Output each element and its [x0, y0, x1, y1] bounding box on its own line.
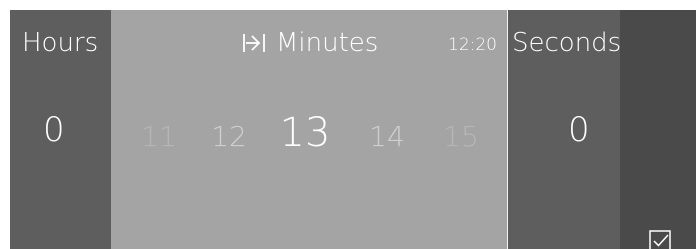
tab-arrow-icon [242, 32, 268, 54]
minutes-header: Minutes [242, 28, 378, 58]
minute-option-selected[interactable]: 13 [280, 110, 331, 156]
minute-option-14[interactable]: 14 [369, 120, 405, 153]
minutes-column[interactable]: Minutes 12:20 11 12 13 14 15 [111, 10, 507, 249]
seconds-column[interactable]: Seconds 0 [508, 10, 622, 249]
confirm-button[interactable] [620, 10, 696, 249]
minutes-picker[interactable]: 11 12 13 14 15 [111, 108, 507, 158]
checkbox-check-icon [649, 230, 671, 249]
minute-option-12[interactable]: 12 [211, 120, 247, 153]
minutes-label: Minutes [276, 28, 379, 58]
seconds-label: Seconds [512, 28, 622, 58]
hours-column[interactable]: Hours 0 [10, 10, 111, 249]
clock-time: 12:20 [448, 35, 497, 55]
seconds-value[interactable]: 0 [568, 110, 590, 150]
hours-label: Hours [22, 28, 99, 58]
hours-value[interactable]: 0 [43, 110, 65, 150]
minute-option-15[interactable]: 15 [443, 120, 479, 153]
minute-option-11[interactable]: 11 [141, 120, 177, 153]
